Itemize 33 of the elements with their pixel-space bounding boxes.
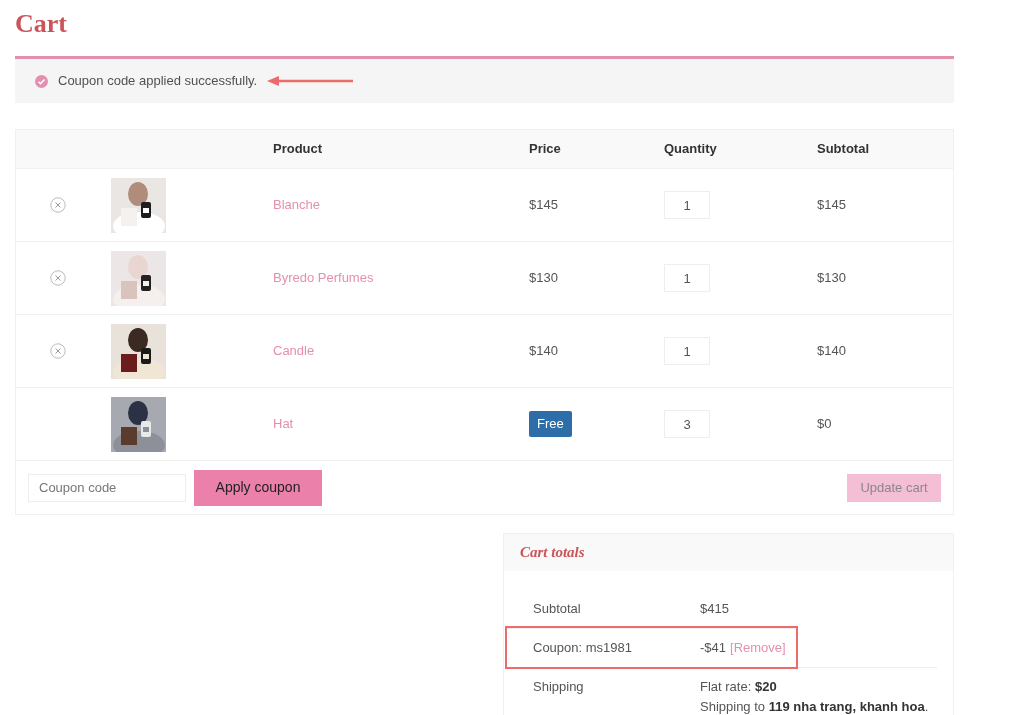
cart-totals-title: Cart totals — [520, 543, 585, 563]
product-link[interactable]: Blanche — [273, 195, 320, 215]
column-header: Price — [529, 140, 561, 159]
product-link[interactable]: Hat — [273, 414, 294, 434]
totals-value: -$41 — [700, 639, 727, 657]
column-header: Product — [273, 140, 323, 159]
subtotal-text: $0 — [817, 415, 832, 434]
column-header: Subtotal — [817, 140, 869, 159]
subtotal-text: $145 — [817, 196, 846, 215]
price-text: $140 — [529, 343, 558, 359]
price-text: $145 — [529, 197, 558, 213]
page-title: Cart — [15, 8, 67, 40]
quantity-field[interactable]: 1 — [664, 191, 710, 219]
subtotal-text: $140 — [817, 342, 846, 361]
notice-message: Coupon code applied successfully. — [58, 72, 258, 91]
remove-link[interactable]: [Remove] — [730, 638, 786, 658]
totals-value: Shipping to 119 nha trang, khanh hoa. — [700, 698, 929, 715]
coupon-field[interactable]: Coupon code — [28, 473, 186, 502]
column-header: Quantity — [664, 140, 717, 159]
apply-coupon-button[interactable]: Apply coupon — [194, 469, 322, 506]
totals-value: Flat rate: $20 — [700, 678, 778, 696]
quantity-field[interactable]: 1 — [664, 337, 710, 365]
product-link[interactable]: Byredo Perfumes — [273, 268, 374, 288]
price-text: $130 — [529, 270, 558, 286]
totals-label: Coupon: ms1981 — [533, 639, 633, 657]
quantity-field[interactable]: 1 — [664, 264, 710, 292]
totals-label: Shipping — [533, 678, 585, 696]
free-tag: Free — [529, 411, 572, 437]
quantity-field[interactable]: 3 — [664, 410, 710, 438]
product-link[interactable]: Candle — [273, 341, 315, 361]
totals-value: $415 — [700, 600, 729, 618]
subtotal-text: $130 — [817, 269, 846, 288]
totals-label: Subtotal — [533, 600, 582, 618]
